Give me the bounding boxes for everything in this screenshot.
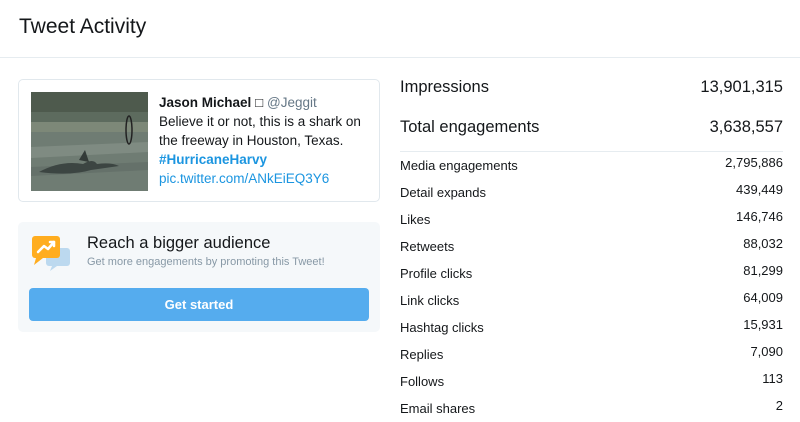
tweet-media-thumbnail[interactable] xyxy=(31,92,148,191)
metric-value: 146,746 xyxy=(736,209,783,224)
tweet-author-handle[interactable]: @Jeggit xyxy=(267,95,317,110)
metric-label: Impressions xyxy=(400,78,489,96)
metric-row-link-clicks[interactable]: Link clicks 64,009 xyxy=(400,287,783,314)
metric-label: Media engagements xyxy=(400,158,518,173)
promote-title: Reach a bigger audience xyxy=(87,234,271,252)
tweet-header: Jason Michael □ @Jeggit xyxy=(159,93,379,112)
metric-value: 3,638,557 xyxy=(709,118,783,136)
metric-label: Likes xyxy=(400,212,431,227)
tweet-text: Believe it or not, this is a shark on th… xyxy=(159,114,361,148)
metric-value: 13,901,315 xyxy=(700,78,783,96)
metric-row-total-engagements: Total engagements 3,638,557 xyxy=(400,110,783,150)
metric-label: Retweets xyxy=(400,239,455,254)
flooded-freeway-image xyxy=(31,92,148,191)
metric-value: 2,795,886 xyxy=(725,155,783,170)
metric-label: Hashtag clicks xyxy=(400,320,484,335)
metric-value: 81,299 xyxy=(743,263,783,278)
metrics-panel: Impressions 13,901,315 Total engagements… xyxy=(400,70,783,422)
metric-row-impressions: Impressions 13,901,315 xyxy=(400,70,783,110)
metric-label: Total engagements xyxy=(400,118,540,136)
get-started-button[interactable]: Get started xyxy=(29,288,369,321)
metric-value: 88,032 xyxy=(743,236,783,251)
metric-label: Replies xyxy=(400,347,444,362)
metric-row-retweets[interactable]: Retweets 88,032 xyxy=(400,233,783,260)
metric-value: 64,009 xyxy=(743,290,783,305)
metric-label: Profile clicks xyxy=(400,266,473,281)
metric-value: 2 xyxy=(775,398,783,413)
tweet-body: Jason Michael □ @Jeggit Believe it or no… xyxy=(159,93,379,188)
tweet-author-name[interactable]: Jason Michael xyxy=(159,95,251,110)
megaphone-chart-icon xyxy=(30,234,72,272)
metric-value: 113 xyxy=(762,371,783,386)
metric-row-follows[interactable]: Follows 113 xyxy=(400,368,783,395)
tweet-media-link[interactable]: pic.twitter.com/ANkEiEQ3Y6 xyxy=(159,169,379,188)
promote-card: Reach a bigger audience Get more engagem… xyxy=(18,222,380,332)
metric-value: 439,449 xyxy=(736,182,783,197)
metric-row-likes[interactable]: Likes 146,746 xyxy=(400,206,783,233)
metric-label: Email shares xyxy=(400,401,476,416)
metric-row-profile-clicks[interactable]: Profile clicks 81,299 xyxy=(400,260,783,287)
tweet-card[interactable]: Jason Michael □ @Jeggit Believe it or no… xyxy=(18,79,380,202)
metric-label: Link clicks xyxy=(400,293,460,308)
tweet-hashtag-link[interactable]: #HurricaneHarvy xyxy=(159,150,379,169)
metric-row-email-shares[interactable]: Email shares 2 xyxy=(400,395,783,422)
metric-value: 7,090 xyxy=(750,344,783,359)
metric-row-detail-expands[interactable]: Detail expands 439,449 xyxy=(400,179,783,206)
page-title: Tweet Activity xyxy=(19,15,147,38)
promote-subtitle: Get more engagements by promoting this T… xyxy=(87,256,325,268)
metric-value: 15,931 xyxy=(743,317,783,332)
metric-label: Detail expands xyxy=(400,185,486,200)
tweet-author-badge: □ xyxy=(255,95,264,110)
page-header: Tweet Activity xyxy=(0,0,800,58)
metric-row-replies[interactable]: Replies 7,090 xyxy=(400,341,783,368)
metric-row-hashtag-clicks[interactable]: Hashtag clicks 15,931 xyxy=(400,314,783,341)
metric-row-media-engagements[interactable]: Media engagements 2,795,886 xyxy=(400,152,783,179)
metric-label: Follows xyxy=(400,374,445,389)
